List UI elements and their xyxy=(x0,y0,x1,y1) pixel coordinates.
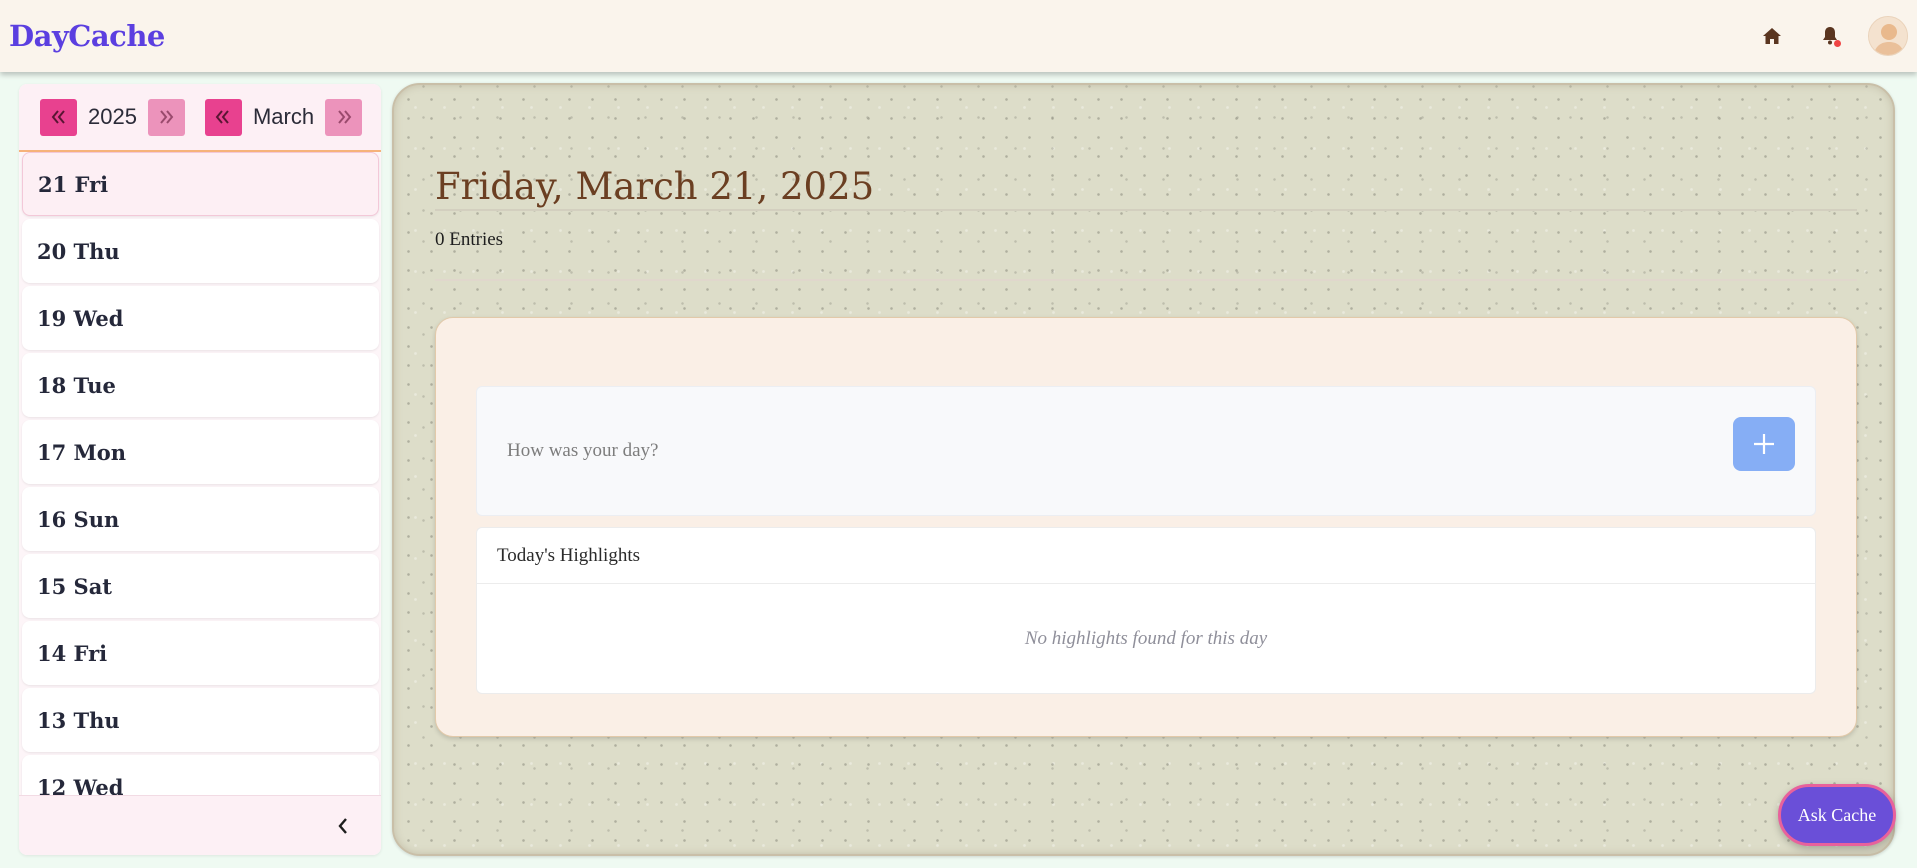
page-title: Friday, March 21, 2025 xyxy=(435,165,1857,211)
avatar-icon xyxy=(1869,17,1907,55)
header-actions xyxy=(1752,0,1917,72)
day-item-17[interactable]: 17 Mon xyxy=(22,420,379,484)
month-value: March xyxy=(252,104,315,129)
divider xyxy=(435,279,1857,281)
home-icon xyxy=(1763,28,1781,44)
day-item-16[interactable]: 16 Sun xyxy=(22,487,379,551)
day-item-15[interactable]: 15 Sat xyxy=(22,554,379,618)
day-item-18[interactable]: 18 Tue xyxy=(22,353,379,417)
day-item-19[interactable]: 19 Wed xyxy=(22,286,379,350)
sidebar: 2025 March 21 Fri 20 Thu 19 Wed 18 Tue 1… xyxy=(19,84,381,855)
highlights-title: Today's Highlights xyxy=(477,528,1815,584)
next-year-button[interactable] xyxy=(147,98,185,136)
next-month-button[interactable] xyxy=(325,98,363,136)
top-header: DayCache xyxy=(0,0,1917,72)
double-chevron-right-icon xyxy=(337,110,351,124)
day-item-12[interactable]: 12 Wed xyxy=(22,755,379,795)
day-list: 21 Fri 20 Thu 19 Wed 18 Tue 17 Mon 16 Su… xyxy=(19,152,381,795)
date-navigator: 2025 March xyxy=(19,84,381,152)
brand-logo[interactable]: DayCache xyxy=(9,19,165,53)
sidebar-footer xyxy=(19,795,381,855)
avatar[interactable] xyxy=(1868,16,1908,56)
chevron-left-icon xyxy=(338,817,347,834)
entries-count: 0 Entries xyxy=(435,229,504,250)
day-item-14[interactable]: 14 Fri xyxy=(22,621,379,685)
double-chevron-right-icon xyxy=(160,110,174,124)
prev-year-button[interactable] xyxy=(40,98,77,136)
home-button[interactable] xyxy=(1752,16,1792,56)
ask-cache-button[interactable]: Ask Cache xyxy=(1778,784,1896,846)
highlights-empty-text: No highlights found for this day xyxy=(1024,628,1268,649)
plus-icon xyxy=(1754,434,1774,454)
prev-month-button[interactable] xyxy=(204,98,242,136)
day-item-21[interactable]: 21 Fri xyxy=(22,152,379,216)
notification-dot xyxy=(1834,40,1841,47)
double-chevron-left-icon xyxy=(216,110,230,124)
collapse-sidebar-button[interactable] xyxy=(329,812,357,840)
main-panel: Friday, March 21, 2025 0 Entries Today's… xyxy=(392,83,1895,856)
day-item-13[interactable]: 13 Thu xyxy=(22,688,379,752)
notifications-button[interactable] xyxy=(1810,16,1850,56)
highlights-panel: Today's Highlights No highlights found f… xyxy=(476,527,1816,694)
entry-composer xyxy=(476,386,1816,516)
double-chevron-left-icon xyxy=(51,110,65,124)
year-value: 2025 xyxy=(88,104,137,129)
entry-card: Today's Highlights No highlights found f… xyxy=(435,317,1857,737)
entry-input[interactable] xyxy=(507,427,1687,475)
day-item-20[interactable]: 20 Thu xyxy=(22,219,379,283)
add-entry-button[interactable] xyxy=(1733,417,1795,471)
